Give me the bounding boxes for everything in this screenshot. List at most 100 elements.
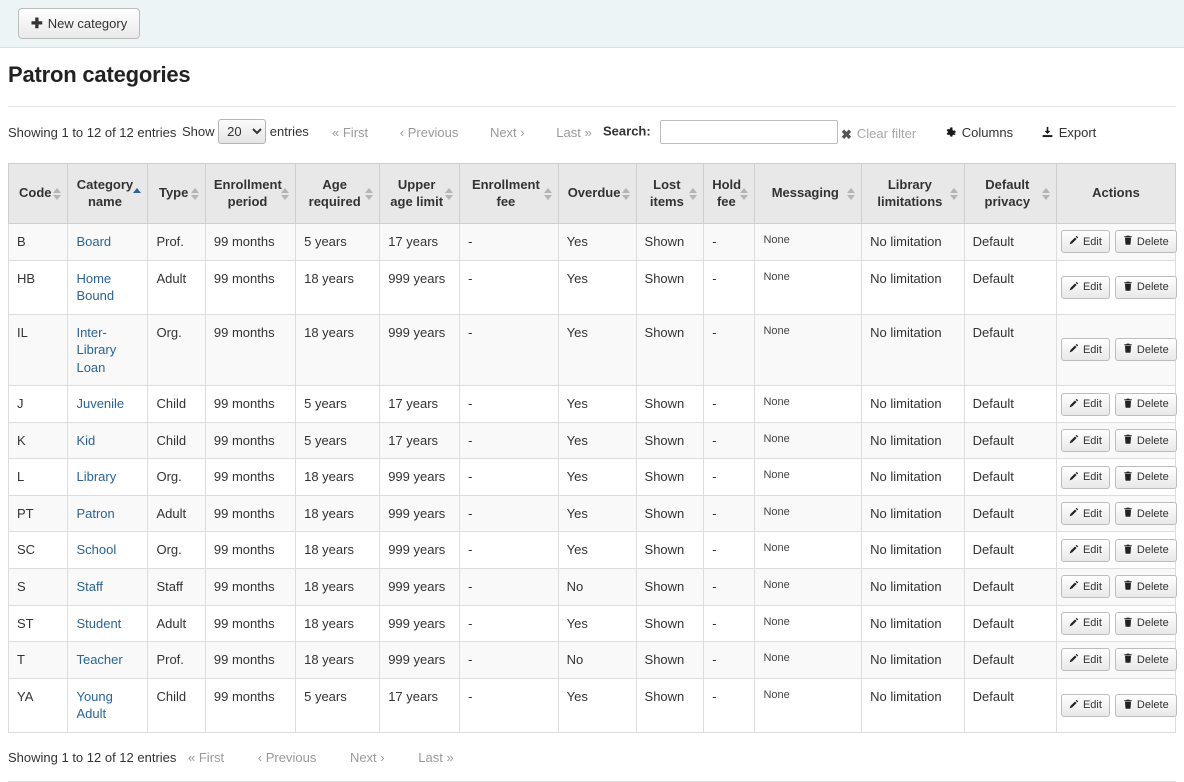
page-length-select[interactable]: 20 [218, 119, 266, 144]
delete-button[interactable]: Delete [1115, 539, 1177, 562]
cell-hold-fee: - [704, 224, 755, 261]
category-name-link[interactable]: School [76, 542, 116, 557]
cell-upper-age-limit: 17 years [380, 422, 460, 459]
pencil-icon [1069, 580, 1079, 593]
cell-default-privacy: Default [964, 495, 1056, 532]
sort-indicator-icon [53, 187, 62, 201]
pagination-previous-label: Previous [266, 750, 317, 765]
pagination-last-bottom[interactable]: Last » [416, 750, 455, 765]
edit-button[interactable]: Edit [1061, 648, 1110, 671]
column-header-code[interactable]: Code [9, 164, 68, 224]
category-name-link[interactable]: Teacher [76, 652, 122, 667]
trash-icon [1123, 617, 1133, 630]
column-header-enrollment-fee[interactable]: Enrollment fee [460, 164, 558, 224]
category-name-link[interactable]: Inter-Library Loan [76, 325, 116, 375]
column-header-age-required[interactable]: Age required [296, 164, 380, 224]
cell-library-limitations: No limitation [862, 386, 965, 423]
edit-button[interactable]: Edit [1061, 466, 1110, 489]
edit-button[interactable]: Edit [1061, 429, 1110, 452]
pencil-icon [1069, 653, 1079, 666]
category-name-link[interactable]: Patron [76, 506, 114, 521]
table-row: TTeacherProf.99 months18 years999 years-… [9, 642, 1176, 679]
export-button[interactable]: Export [1041, 122, 1097, 144]
delete-button[interactable]: Delete [1115, 338, 1177, 361]
cell-code: SC [9, 532, 68, 569]
edit-button[interactable]: Edit [1061, 230, 1110, 253]
delete-button[interactable]: Delete [1115, 466, 1177, 489]
trash-icon [1123, 471, 1133, 484]
delete-button[interactable]: Delete [1115, 575, 1177, 598]
clear-filter-button[interactable]: ✖ Clear filter [841, 123, 916, 145]
cell-default-privacy: Default [964, 642, 1056, 679]
column-header-category-name[interactable]: Category name [68, 164, 148, 224]
edit-button[interactable]: Edit [1061, 575, 1110, 598]
delete-button[interactable]: Delete [1115, 694, 1177, 717]
edit-button[interactable]: Edit [1061, 276, 1110, 299]
column-header-upper-age-limit[interactable]: Upper age limit [380, 164, 460, 224]
column-header-library-limitations[interactable]: Library limitations [862, 164, 965, 224]
cell-actions: EditDelete [1056, 642, 1175, 679]
delete-button[interactable]: Delete [1115, 612, 1177, 635]
column-header-type[interactable]: Type [148, 164, 205, 224]
delete-button[interactable]: Delete [1115, 230, 1177, 253]
column-header-overdue[interactable]: Overdue [558, 164, 636, 224]
edit-label: Edit [1083, 544, 1102, 556]
column-header-messaging[interactable]: Messaging [755, 164, 862, 224]
edit-label: Edit [1083, 617, 1102, 629]
cell-lost-items: Shown [636, 422, 704, 459]
category-name-link[interactable]: Library [76, 469, 116, 484]
pagination-last-top[interactable]: Last » [554, 122, 593, 144]
cell-type: Child [148, 678, 205, 732]
cell-lost-items: Shown [636, 642, 704, 679]
patron-categories-table: CodeCategory nameTypeEnrollment periodAg… [8, 163, 1176, 733]
column-header-enrollment-period[interactable]: Enrollment period [205, 164, 295, 224]
new-category-label: New category [48, 16, 127, 32]
edit-button[interactable]: Edit [1061, 393, 1110, 416]
cell-overdue: Yes [558, 459, 636, 496]
pagination-first-top[interactable]: « First [330, 122, 370, 144]
column-header-label: Hold fee [712, 177, 741, 208]
cell-hold-fee: - [704, 459, 755, 496]
edit-button[interactable]: Edit [1061, 502, 1110, 525]
edit-button[interactable]: Edit [1061, 338, 1110, 361]
search-input[interactable] [660, 120, 838, 144]
column-header-default-privacy[interactable]: Default privacy [964, 164, 1056, 224]
chevron-left-icon: ‹ [258, 750, 262, 765]
edit-button[interactable]: Edit [1061, 694, 1110, 717]
delete-button[interactable]: Delete [1115, 276, 1177, 299]
cell-upper-age-limit: 999 years [380, 314, 460, 386]
edit-button[interactable]: Edit [1061, 539, 1110, 562]
new-category-button[interactable]: ✚ New category [18, 8, 140, 39]
cell-default-privacy: Default [964, 422, 1056, 459]
delete-button[interactable]: Delete [1115, 393, 1177, 416]
delete-button[interactable]: Delete [1115, 648, 1177, 671]
column-header-lost-items[interactable]: Lost items [636, 164, 704, 224]
category-name-link[interactable]: Home Bound [76, 271, 114, 304]
cell-enrollment-period: 99 months [205, 260, 295, 314]
pagination-next-bottom[interactable]: Next › [348, 750, 387, 765]
pencil-icon [1069, 398, 1079, 411]
delete-button[interactable]: Delete [1115, 429, 1177, 452]
pagination-first-bottom[interactable]: « First [186, 750, 226, 765]
delete-label: Delete [1137, 236, 1169, 248]
pagination-next-top[interactable]: Next › [488, 122, 527, 144]
table-row: KKidChild99 months5 years17 years-YesSho… [9, 422, 1176, 459]
pagination-previous-top[interactable]: ‹ Previous [398, 122, 461, 144]
cell-messaging: None [755, 224, 862, 261]
edit-button[interactable]: Edit [1061, 612, 1110, 635]
category-name-link[interactable]: Juvenile [76, 396, 124, 411]
category-name-link[interactable]: Young Adult [76, 689, 112, 722]
cell-type: Child [148, 386, 205, 423]
chevron-right-icon: › [380, 750, 384, 765]
category-name-link[interactable]: Board [76, 234, 111, 249]
category-name-link[interactable]: Kid [76, 433, 95, 448]
delete-label: Delete [1137, 398, 1169, 410]
columns-button[interactable]: Columns [944, 122, 1013, 144]
column-header-hold-fee[interactable]: Hold fee [704, 164, 755, 224]
cell-actions: EditDelete [1056, 314, 1175, 386]
cell-lost-items: Shown [636, 605, 704, 642]
category-name-link[interactable]: Student [76, 616, 121, 631]
category-name-link[interactable]: Staff [76, 579, 103, 594]
delete-button[interactable]: Delete [1115, 502, 1177, 525]
pagination-previous-bottom[interactable]: ‹ Previous [256, 750, 319, 765]
